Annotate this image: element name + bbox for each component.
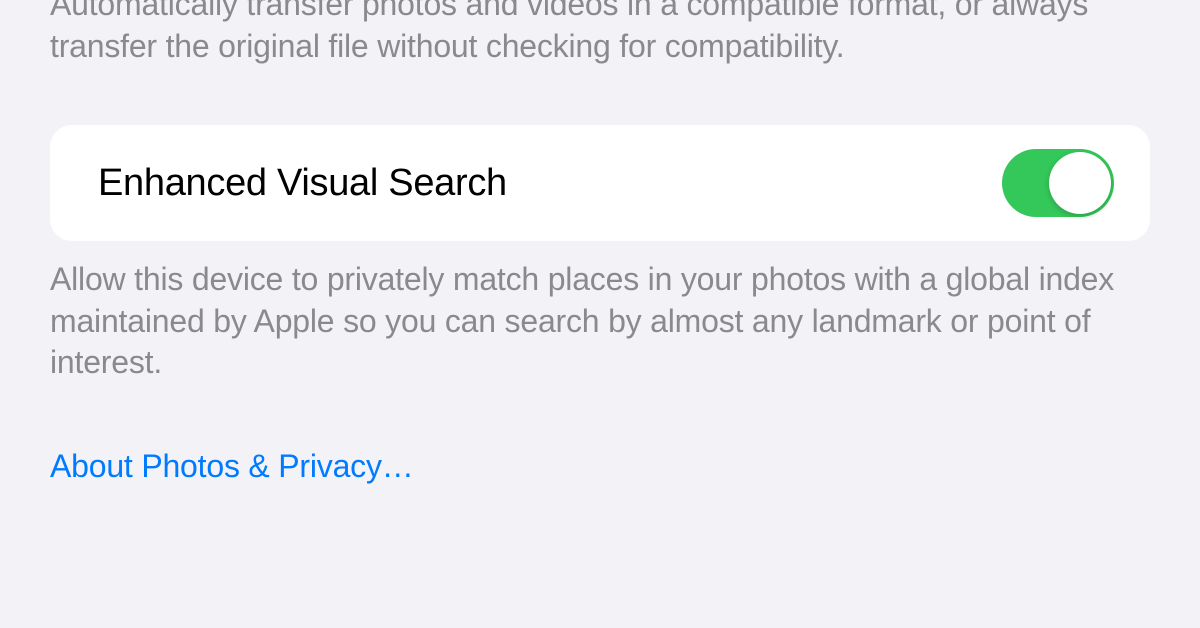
enhanced-visual-search-toggle[interactable] (1002, 149, 1114, 217)
transfer-section-description: Automatically transfer photos and videos… (0, 0, 1200, 67)
enhanced-visual-search-description: Allow this device to privately match pla… (0, 241, 1200, 384)
toggle-knob-icon (1049, 152, 1111, 214)
about-photos-privacy-link[interactable]: About Photos & Privacy… (0, 384, 1200, 485)
enhanced-visual-search-label: Enhanced Visual Search (98, 162, 507, 205)
enhanced-visual-search-row: Enhanced Visual Search (50, 125, 1150, 241)
